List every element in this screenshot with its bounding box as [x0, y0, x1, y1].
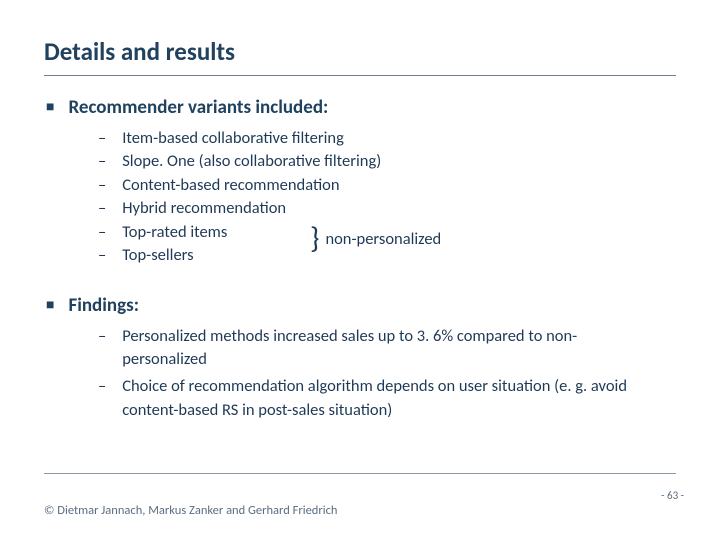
- dash-icon: –: [98, 244, 106, 267]
- copyright-text: © Dietmar Jannach, Markus Zanker and Ger…: [44, 503, 337, 518]
- dash-icon: –: [98, 221, 106, 244]
- dash-icon: –: [98, 197, 106, 220]
- section-heading-row: ■ Findings:: [46, 294, 676, 317]
- brace-annotation: } non-personalized: [310, 229, 441, 249]
- section-findings: ■ Findings: –Personalized methods increa…: [44, 294, 676, 423]
- list-item: –Item-based collaborative filtering: [98, 127, 676, 150]
- list-item-text: Content-based recommendation: [122, 174, 339, 197]
- annotation-text: non-personalized: [325, 229, 441, 249]
- list-item: –Personalized methods increased sales up…: [98, 325, 658, 372]
- list-item: –Choice of recommendation algorithm depe…: [98, 375, 658, 422]
- dash-icon: –: [98, 174, 106, 197]
- dash-icon: –: [98, 127, 106, 150]
- dash-icon: –: [98, 325, 106, 372]
- list-item-text: Slope. One (also collaborative filtering…: [122, 150, 381, 173]
- list-item-text: Top-sellers: [122, 244, 193, 267]
- page-number: - 63 -: [661, 489, 684, 502]
- section-variants: ■ Recommender variants included: –Item-b…: [44, 96, 676, 268]
- bullet-square-icon: ■: [46, 298, 54, 312]
- list-item-text: Personalized methods increased sales up …: [122, 325, 658, 372]
- dash-icon: –: [98, 375, 106, 422]
- list-item-text: Item-based collaborative filtering: [122, 127, 344, 150]
- list-item: –Content-based recommendation: [98, 174, 676, 197]
- list-item-text: Top-rated items: [122, 221, 227, 244]
- variants-list: –Item-based collaborative filtering –Slo…: [98, 127, 676, 268]
- list-item: –Hybrid recommendation: [98, 197, 676, 220]
- list-item-text: Hybrid recommendation: [122, 197, 286, 220]
- findings-list: –Personalized methods increased sales up…: [98, 325, 676, 423]
- section-heading-row: ■ Recommender variants included:: [46, 96, 676, 119]
- section-heading: Recommender variants included:: [68, 96, 328, 119]
- footer-rule: [44, 473, 676, 474]
- list-item-text: Choice of recommendation algorithm depen…: [122, 375, 658, 422]
- title-rule: [44, 75, 676, 76]
- list-item: –Slope. One (also collaborative filterin…: [98, 150, 676, 173]
- slide: Details and results ■ Recommender varian…: [0, 0, 720, 540]
- section-heading: Findings:: [68, 294, 138, 317]
- dash-icon: –: [98, 150, 106, 173]
- bullet-square-icon: ■: [46, 100, 54, 114]
- slide-title: Details and results: [44, 36, 676, 67]
- brace-icon: }: [310, 231, 319, 246]
